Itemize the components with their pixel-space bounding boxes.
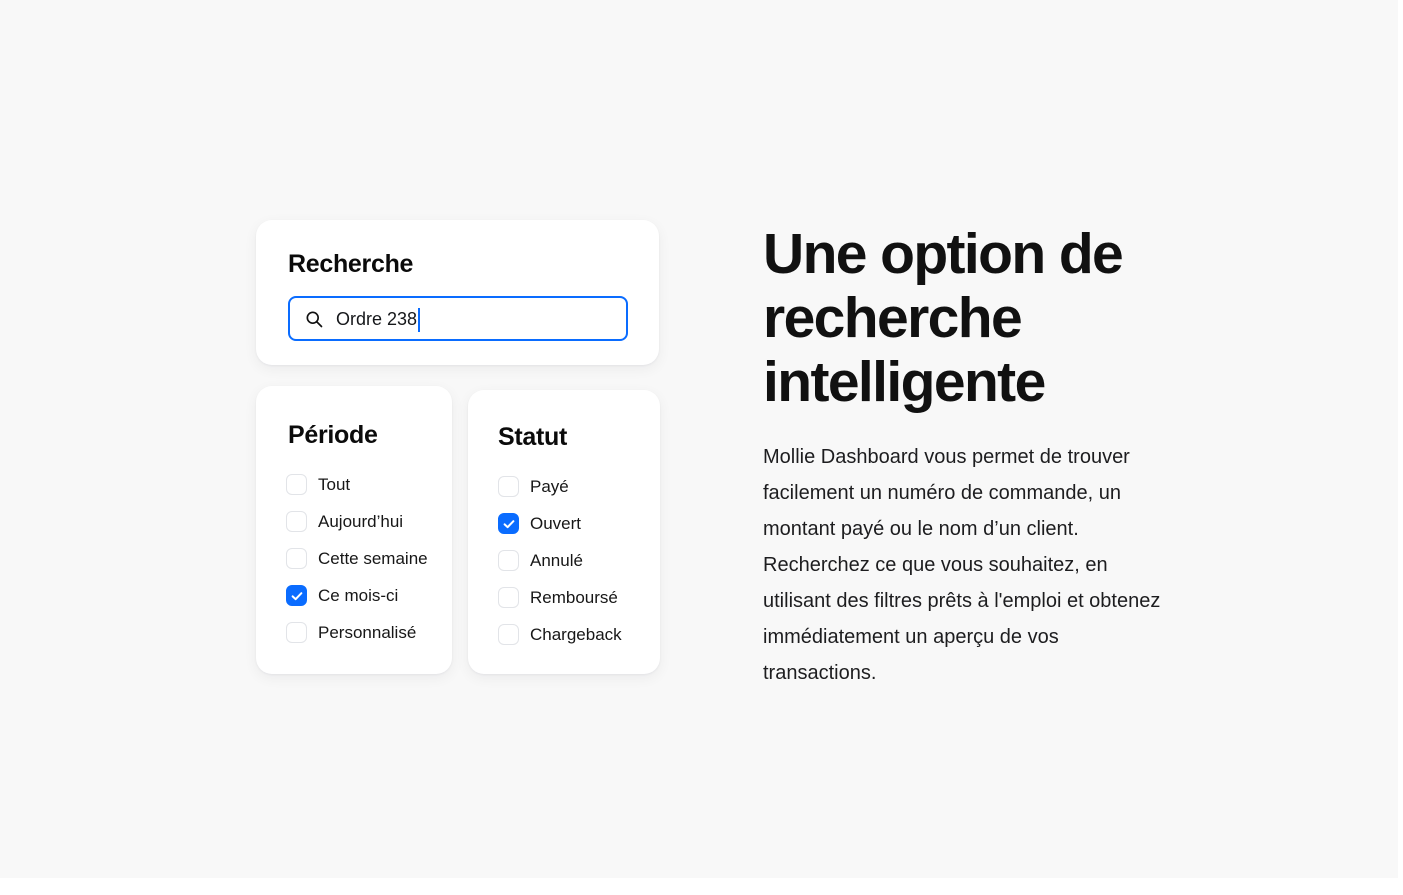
periode-option-label: Cette semaine xyxy=(318,548,428,568)
statut-option-label: Annulé xyxy=(530,550,583,570)
periode-filter-card: Période Tout Aujourd’hui Cette semaine C… xyxy=(256,386,452,674)
promo-section: Une option de recherche intelligente Mol… xyxy=(763,222,1183,691)
statut-option-chargeback[interactable]: Chargeback xyxy=(498,616,622,653)
periode-option-label: Personnalisé xyxy=(318,622,417,642)
search-input-value: Ordre 238 xyxy=(336,308,418,329)
check-icon xyxy=(291,591,302,600)
checkbox-paye[interactable] xyxy=(498,476,519,497)
checkbox-cette-semaine[interactable] xyxy=(286,548,307,569)
statut-option-ouvert[interactable]: Ouvert xyxy=(498,505,622,542)
periode-option-label: Ce mois-ci xyxy=(318,585,399,605)
text-caret xyxy=(418,307,421,332)
search-icon xyxy=(306,311,323,327)
statut-option-label: Remboursé xyxy=(530,587,618,607)
statut-option-list: Payé Ouvert Annulé Remboursé Chargeback xyxy=(498,468,622,653)
statut-option-rembourse[interactable]: Remboursé xyxy=(498,579,622,616)
page-title: Une option de recherche intelligente xyxy=(763,222,1124,414)
periode-option-personnalise[interactable]: Personnalisé xyxy=(286,614,428,651)
search-card: Recherche Ordre 238 xyxy=(256,220,659,365)
periode-option-cette-semaine[interactable]: Cette semaine xyxy=(286,540,428,577)
periode-option-label: Aujourd’hui xyxy=(318,511,404,531)
checkbox-annule[interactable] xyxy=(498,550,519,571)
statut-option-annule[interactable]: Annulé xyxy=(498,542,622,579)
check-icon xyxy=(503,519,514,528)
periode-option-ce-mois-ci[interactable]: Ce mois-ci xyxy=(286,577,428,614)
periode-option-tout[interactable]: Tout xyxy=(286,466,428,503)
checkbox-tout[interactable] xyxy=(286,474,307,495)
statut-option-label: Ouvert xyxy=(530,513,582,533)
checkbox-ce-mois-ci[interactable] xyxy=(286,585,307,606)
periode-card-title: Période xyxy=(288,421,378,449)
periode-option-aujourdhui[interactable]: Aujourd’hui xyxy=(286,503,428,540)
checkbox-personnalise[interactable] xyxy=(286,622,307,643)
statut-option-paye[interactable]: Payé xyxy=(498,468,622,505)
periode-option-list: Tout Aujourd’hui Cette semaine Ce mois-c… xyxy=(286,466,428,651)
promo-description: Mollie Dashboard vous permet de trouver … xyxy=(763,446,1161,684)
periode-option-label: Tout xyxy=(318,474,351,494)
checkbox-rembourse[interactable] xyxy=(498,587,519,608)
search-input[interactable]: Ordre 238 xyxy=(288,296,628,341)
statut-option-label: Chargeback xyxy=(530,624,622,644)
statut-card-title: Statut xyxy=(498,423,568,451)
checkbox-aujourdhui[interactable] xyxy=(286,511,307,532)
checkbox-ouvert[interactable] xyxy=(498,513,519,534)
statut-option-label: Payé xyxy=(530,476,569,496)
page-canvas: Recherche Ordre 238 Période Tout Aujourd… xyxy=(0,0,1398,878)
statut-filter-card: Statut Payé Ouvert Annulé Remboursé Char… xyxy=(468,390,660,674)
checkbox-chargeback[interactable] xyxy=(498,624,519,645)
search-card-title: Recherche xyxy=(288,250,414,278)
